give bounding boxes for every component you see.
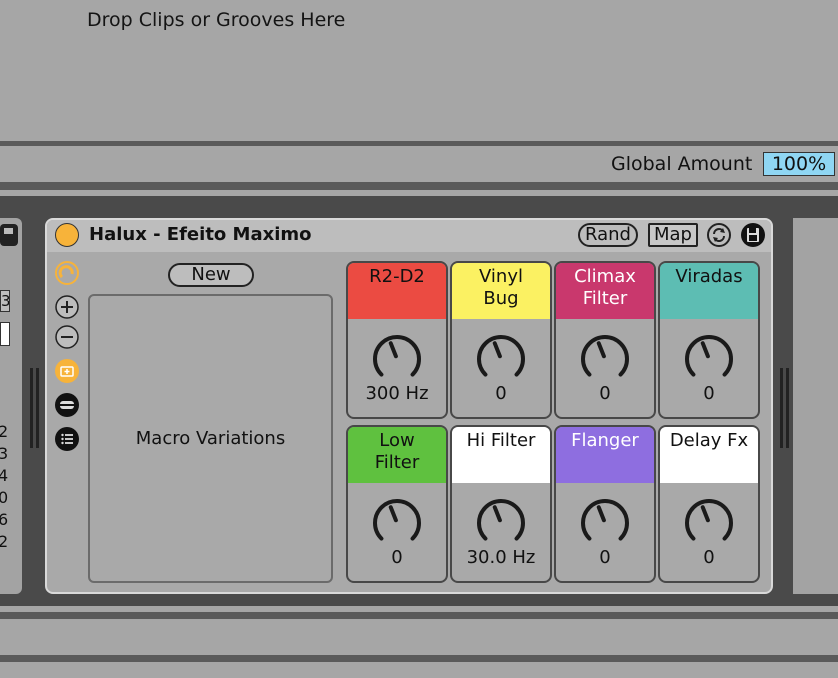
macro-value: 0 — [703, 383, 715, 404]
macro-knob[interactable] — [579, 333, 631, 385]
macro-value: 0 — [495, 383, 507, 404]
macro-knob-tile[interactable]: Flanger 0 — [554, 425, 656, 583]
drop-area-label: Drop Clips or Grooves Here — [87, 9, 346, 31]
previous-device-values: 2 3 4 0 6 2 — [0, 421, 8, 553]
knob-pointer — [492, 341, 502, 359]
macro-name[interactable]: Vinyl Bug — [452, 263, 550, 319]
level-meter — [780, 368, 783, 448]
macro-name[interactable]: R2-D2 — [348, 263, 446, 319]
divider — [0, 612, 838, 619]
macro-knob[interactable] — [475, 333, 527, 385]
macro-knob-tile[interactable]: Delay Fx 0 — [658, 425, 760, 583]
macro-value: 30.0 Hz — [466, 547, 536, 568]
add-icon[interactable] — [55, 295, 79, 319]
lower-panel — [0, 662, 838, 678]
macro-name[interactable]: Climax Filter — [556, 263, 654, 319]
remove-icon[interactable] — [55, 325, 79, 349]
previous-device-value: 3 — [0, 444, 9, 463]
divider — [0, 182, 838, 190]
macro-knob[interactable] — [475, 497, 527, 549]
macro-variations-label: Macro Variations — [135, 428, 286, 449]
previous-device-field[interactable]: 3 — [0, 290, 10, 312]
knob-pointer — [700, 505, 710, 523]
level-meter — [786, 368, 789, 448]
previous-device-value: 6 — [0, 510, 9, 529]
global-amount-label: Global Amount — [611, 153, 753, 175]
macro-knob-tile[interactable]: Vinyl Bug 0 — [450, 261, 552, 419]
list-icon[interactable] — [55, 427, 79, 451]
rack-title: Halux - Efeito Maximo — [89, 224, 312, 245]
macro-knob[interactable] — [683, 333, 735, 385]
next-device — [793, 218, 838, 594]
knob-pointer — [388, 341, 398, 359]
macro-name[interactable]: Delay Fx — [660, 427, 758, 483]
macro-name[interactable]: Flanger — [556, 427, 654, 483]
map-button[interactable]: Map — [648, 223, 698, 247]
macro-knob-tile[interactable]: Hi Filter 30.0 Hz — [450, 425, 552, 583]
macro-knob[interactable] — [371, 497, 423, 549]
snapshot-icon[interactable] — [55, 359, 79, 383]
hot-swap-icon[interactable] — [707, 223, 731, 247]
new-variation-button[interactable]: New — [168, 263, 254, 287]
previous-device-value: 2 — [0, 532, 9, 551]
macro-knob[interactable] — [371, 333, 423, 385]
macro-name[interactable]: Hi Filter — [452, 427, 550, 483]
level-meter — [36, 368, 39, 448]
lower-panel — [0, 619, 838, 655]
global-amount-field[interactable]: 100% — [763, 152, 835, 176]
previous-device-value: 4 — [0, 466, 9, 485]
knob-pointer — [492, 505, 502, 523]
macro-grid: R2-D2 300 Hz Vinyl Bug 0 Climax Filter 0 Viradas… — [346, 261, 760, 585]
macro-value: 300 Hz — [365, 383, 429, 404]
macro-value: 0 — [599, 547, 611, 568]
macro-knob-tile[interactable]: Viradas 0 — [658, 261, 760, 419]
save-preset-icon[interactable] — [0, 224, 18, 246]
level-meter — [30, 368, 33, 448]
macro-name[interactable]: Viradas — [660, 263, 758, 319]
randomize-icon[interactable] — [55, 261, 79, 285]
knob-pointer — [596, 341, 606, 359]
macro-knob[interactable] — [683, 497, 735, 549]
divider — [0, 655, 838, 662]
randomize-button[interactable]: Rand — [578, 223, 638, 247]
hide-icon[interactable] — [55, 393, 79, 417]
macro-knob-tile[interactable]: R2-D2 300 Hz — [346, 261, 448, 419]
save-preset-icon[interactable] — [741, 223, 765, 247]
device-power-button[interactable] — [55, 223, 79, 247]
previous-device-field[interactable] — [0, 322, 10, 346]
macro-knob-tile[interactable]: Climax Filter 0 — [554, 261, 656, 419]
knob-pointer — [596, 505, 606, 523]
previous-device-value: 0 — [0, 488, 9, 507]
previous-device-value: 2 — [0, 422, 9, 441]
macro-knob-tile[interactable]: Low Filter 0 — [346, 425, 448, 583]
macro-knob[interactable] — [579, 497, 631, 549]
macro-value: 0 — [391, 547, 403, 568]
macro-name[interactable]: Low Filter — [348, 427, 446, 483]
macro-value: 0 — [703, 547, 715, 568]
macro-value: 0 — [599, 383, 611, 404]
knob-pointer — [388, 505, 398, 523]
knob-pointer — [700, 341, 710, 359]
